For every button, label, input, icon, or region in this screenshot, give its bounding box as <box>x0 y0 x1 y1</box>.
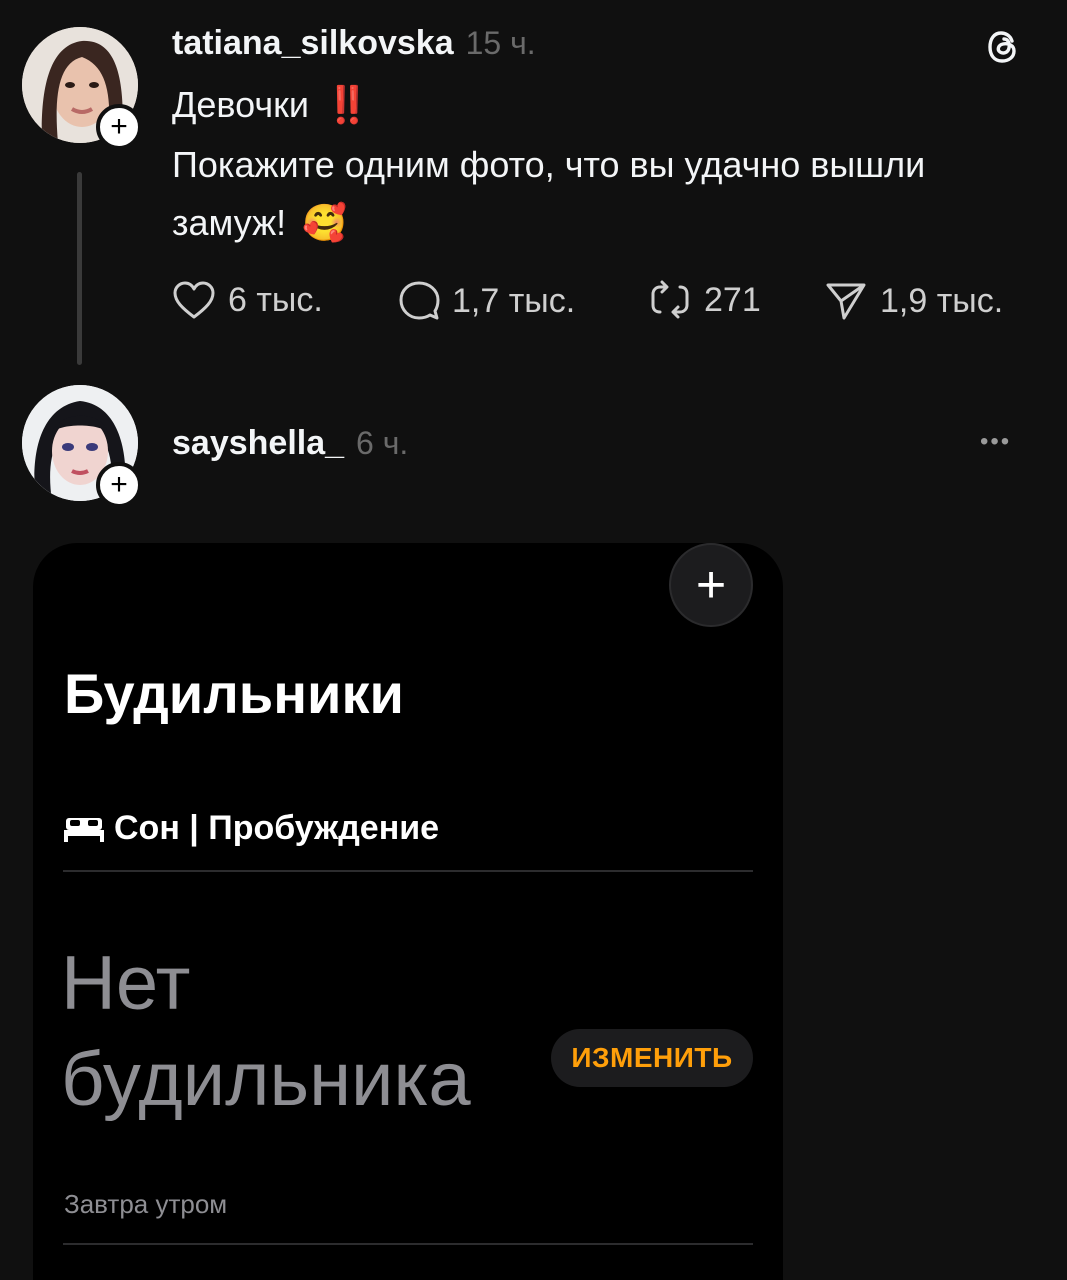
bed-icon <box>64 817 104 842</box>
plus-icon: + <box>110 468 128 501</box>
no-alarm-line-2: будильника <box>61 1037 471 1122</box>
username[interactable]: tatiana_silkovska <box>172 24 454 63</box>
add-alarm-button[interactable]: + <box>669 543 753 627</box>
like-count: 6 тыс. <box>228 280 323 319</box>
no-alarm-text: Нет будильника <box>61 936 471 1128</box>
like-button[interactable]: 6 тыс. <box>172 280 323 320</box>
post-line-2: Покажите одним фото, что вы удачно вышли <box>172 144 926 185</box>
post-line-3: замуж! 🥰 <box>172 202 348 243</box>
post-actions: 6 тыс. 1,7 тыс. 271 1,9 тыс. <box>172 280 1022 326</box>
section-label: Сон | Пробуждение <box>114 809 440 847</box>
repost-button[interactable]: 271 <box>648 280 761 320</box>
post-header: tatiana_silkovska 15 ч. <box>172 24 536 63</box>
send-icon <box>826 283 866 320</box>
tomorrow-morning-label: Завтра утром <box>64 1189 228 1219</box>
comment-button[interactable]: 1,7 тыс. <box>398 280 575 322</box>
share-count: 1,9 тыс. <box>880 281 1004 320</box>
alarms-title: Будильники <box>64 662 404 725</box>
post-time: 15 ч. <box>465 25 536 61</box>
threads-logo-icon[interactable] <box>984 27 1024 67</box>
heart-icon <box>173 281 215 319</box>
repost-icon <box>651 280 689 319</box>
change-button[interactable]: ИЗМЕНИТЬ <box>551 1029 753 1087</box>
plus-icon: + <box>110 110 128 143</box>
repost-count: 271 <box>704 280 761 319</box>
post-body: Девочки ‼️ Покажите одним фото, что вы у… <box>172 76 1042 252</box>
username-2[interactable]: sayshella_ <box>172 424 344 463</box>
comment-icon <box>399 281 440 320</box>
follow-button-tatiana[interactable]: + <box>96 104 142 150</box>
no-alarm-line-1: Нет <box>61 941 191 1026</box>
post-time-2: 6 ч. <box>356 425 409 461</box>
plus-icon: + <box>695 556 727 614</box>
sleep-section-header: Сон | Пробуждение <box>64 809 439 848</box>
post-header-2: sayshella_ 6 ч. <box>172 424 408 463</box>
comment-count: 1,7 тыс. <box>452 281 576 320</box>
section-divider <box>63 870 753 872</box>
smiling-hearts-emoji: 🥰 <box>302 202 348 243</box>
bottom-divider <box>63 1243 753 1245</box>
thread-line <box>77 172 82 365</box>
share-button[interactable]: 1,9 тыс. <box>824 280 1003 322</box>
embedded-screenshot[interactable]: + Будильники Сон | Пробуждение Нет будил… <box>33 543 783 1280</box>
post-line-1: Девочки ‼️ <box>172 84 370 125</box>
more-options-icon[interactable]: ••• <box>980 428 1011 456</box>
follow-button-sayshella[interactable]: + <box>96 462 142 508</box>
double-exclamation-emoji: ‼️ <box>324 84 370 125</box>
